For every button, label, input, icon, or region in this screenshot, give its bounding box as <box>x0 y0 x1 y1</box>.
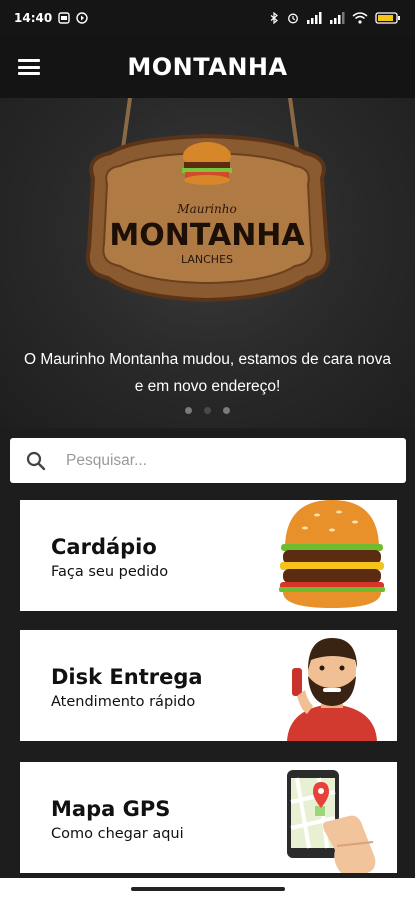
card-subtitle: Como chegar aqui <box>51 826 184 842</box>
sign-line1: Maurinho <box>176 202 236 216</box>
menu-card-disk-entrega[interactable]: Disk Entrega Atendimento rápido <box>20 630 397 741</box>
sign-line2: MONTANHA <box>109 218 305 253</box>
notification-icon <box>58 12 70 24</box>
delivery-person-icon <box>287 638 377 741</box>
carousel-dot-active[interactable] <box>204 407 211 414</box>
menu-card-cardapio[interactable]: Cardápio Faça seu pedido <box>20 500 397 611</box>
burger-icon <box>279 500 385 608</box>
card-subtitle: Faça seu pedido <box>51 564 169 580</box>
card-title: Cardápio <box>51 535 157 559</box>
hero-banner: Maurinho MONTANHA LANCHES O Maurinho Mon… <box>0 98 415 428</box>
search-bar[interactable] <box>10 438 406 483</box>
card-title: Mapa GPS <box>51 797 171 821</box>
signal-icon <box>307 12 322 24</box>
bluetooth-icon <box>270 12 278 24</box>
signal-icon-2 <box>330 12 345 24</box>
status-right <box>268 12 401 24</box>
card-title: Disk Entrega <box>51 665 203 689</box>
gesture-navigation-bar <box>0 878 415 900</box>
status-left: 14:40 <box>14 11 88 25</box>
carousel-dot[interactable] <box>185 407 192 414</box>
menu-icon[interactable] <box>18 59 40 75</box>
app-title: MONTANHA <box>127 53 288 81</box>
carousel-dot[interactable] <box>223 407 230 414</box>
wifi-icon <box>352 12 368 24</box>
search-icon <box>26 451 46 470</box>
map-phone-icon <box>287 770 376 873</box>
search-input[interactable] <box>64 450 368 471</box>
hero-message: O Maurinho Montanha mudou, estamos de ca… <box>23 351 392 395</box>
menu-card-mapa-gps[interactable]: Mapa GPS Como chegar aqui <box>20 762 397 873</box>
card-subtitle: Atendimento rápido <box>51 694 196 710</box>
sign-lettering: Maurinho MONTANHA LANCHES <box>109 202 305 266</box>
status-bar: 14:40 <box>0 0 415 36</box>
carousel-indicator[interactable] <box>0 407 415 414</box>
alarm-icon <box>288 13 298 24</box>
media-icon <box>76 12 88 24</box>
home-gesture-handle[interactable] <box>130 887 285 891</box>
app-bar: MONTANHA <box>0 36 415 98</box>
battery-icon <box>375 12 400 24</box>
sign-line3: LANCHES <box>181 253 233 266</box>
status-time: 14:40 <box>14 11 53 25</box>
